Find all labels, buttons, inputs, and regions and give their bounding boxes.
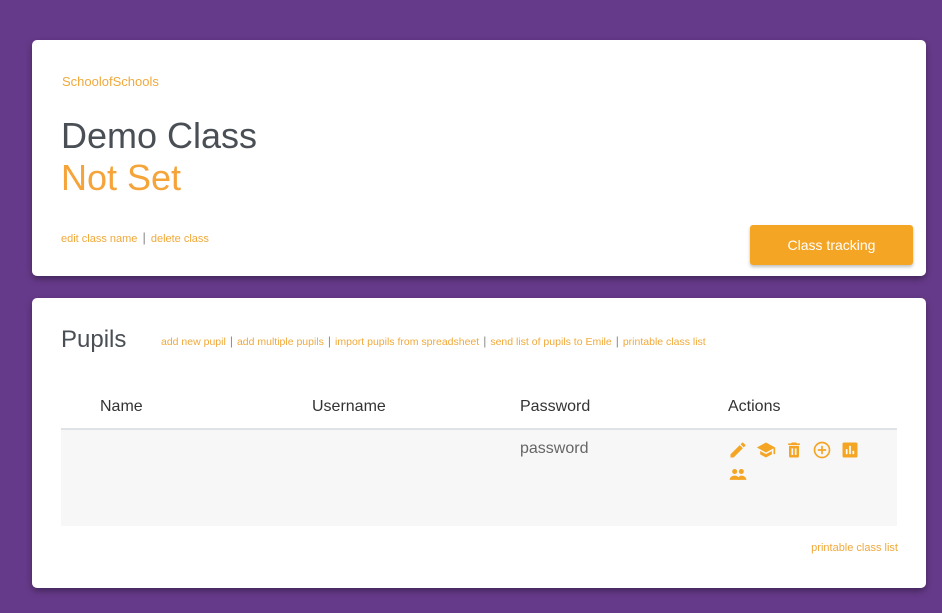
table-row: password bbox=[61, 429, 897, 526]
school-link[interactable]: SchoolofSchools bbox=[62, 74, 159, 89]
class-title: Demo Class bbox=[61, 115, 258, 156]
edit-class-name-link[interactable]: edit class name bbox=[61, 233, 137, 245]
send-list-link[interactable]: send list of pupils to Emile bbox=[490, 336, 611, 348]
bar-chart-icon[interactable] bbox=[840, 440, 860, 460]
class-subtitle: Not Set bbox=[61, 157, 182, 198]
class-links: edit class name | delete class bbox=[61, 230, 209, 245]
pupils-card: Pupils add new pupil | add multiple pupils… bbox=[32, 298, 926, 588]
add-new-pupil-link[interactable]: add new pupil bbox=[161, 336, 226, 348]
pupils-title: Pupils bbox=[61, 326, 127, 353]
column-header-actions: Actions bbox=[728, 386, 897, 430]
delete-class-link[interactable]: delete class bbox=[151, 233, 209, 245]
printable-class-list-footer-link[interactable]: printable class list bbox=[811, 542, 898, 554]
pupils-table: Name Username Password Actions password bbox=[61, 386, 897, 526]
separator: | bbox=[142, 230, 146, 245]
graduation-cap-icon[interactable] bbox=[756, 440, 776, 460]
pupil-username-cell bbox=[312, 429, 520, 526]
column-header-name: Name bbox=[61, 386, 312, 430]
class-card: SchoolofSchools Demo Class Not Set edit … bbox=[32, 40, 926, 276]
pencil-icon[interactable] bbox=[728, 440, 748, 460]
pupil-name-cell bbox=[61, 429, 312, 526]
trash-icon[interactable] bbox=[784, 440, 804, 460]
column-header-username: Username bbox=[312, 386, 520, 430]
pupil-password-cell: password bbox=[520, 429, 728, 526]
pupils-links: add new pupil | add multiple pupils | import… bbox=[161, 334, 706, 348]
printable-class-list-link[interactable]: printable class list bbox=[623, 336, 706, 348]
class-tracking-button[interactable]: Class tracking bbox=[750, 225, 913, 265]
separator: | bbox=[229, 334, 233, 348]
pupil-actions-cell bbox=[728, 429, 897, 526]
table-header-row: Name Username Password Actions bbox=[61, 386, 897, 430]
add-multiple-pupils-link[interactable]: add multiple pupils bbox=[237, 336, 324, 348]
plus-circle-icon[interactable] bbox=[812, 440, 832, 460]
column-header-password: Password bbox=[520, 386, 728, 430]
action-icons bbox=[728, 440, 878, 484]
group-icon[interactable] bbox=[728, 464, 748, 484]
separator: | bbox=[615, 334, 619, 348]
import-pupils-link[interactable]: import pupils from spreadsheet bbox=[335, 336, 479, 348]
separator: | bbox=[483, 334, 487, 348]
separator: | bbox=[327, 334, 332, 348]
